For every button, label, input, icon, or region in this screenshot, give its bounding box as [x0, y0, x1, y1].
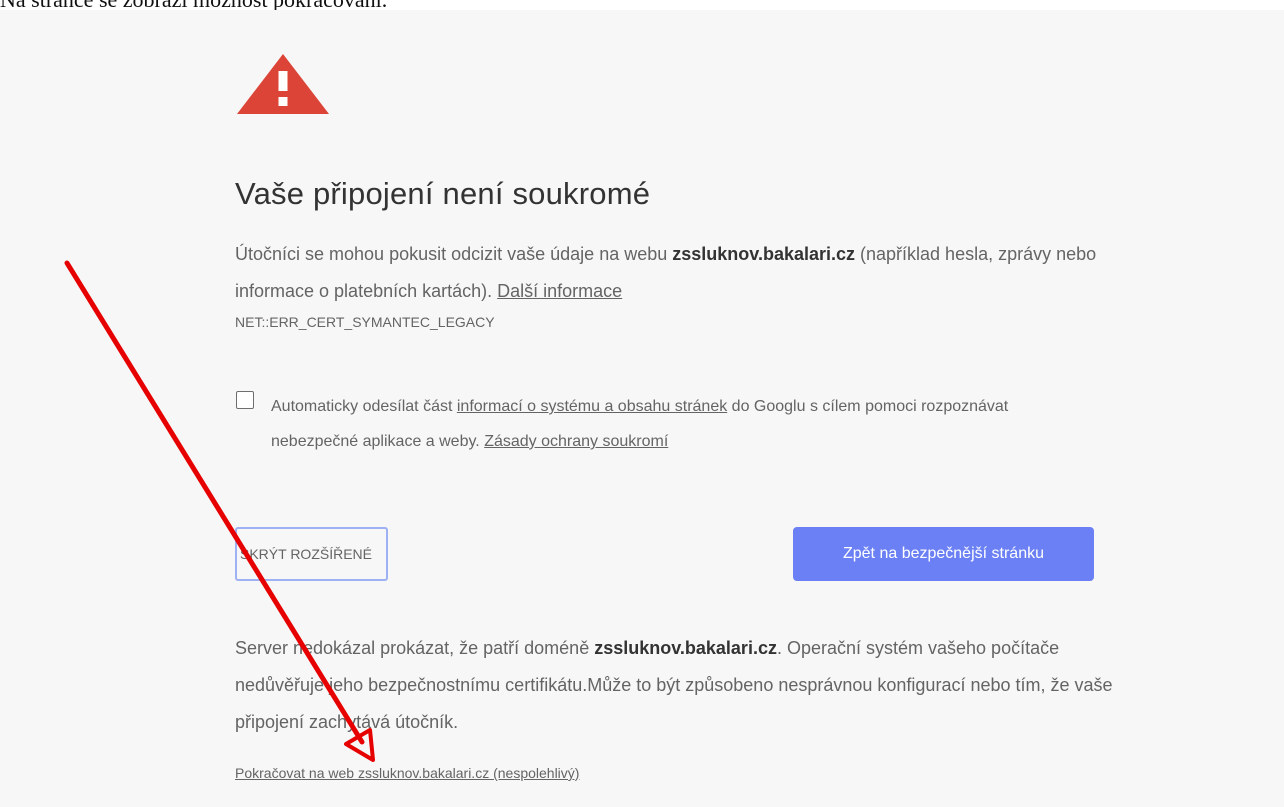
learn-more-link[interactable]: Další informace: [497, 281, 622, 301]
domain-name: zssluknov.bakalari.cz: [672, 244, 856, 264]
details-text: Server nedokázal prokázat, že patří domé…: [235, 630, 1115, 741]
details-domain-name: zssluknov.bakalari.cz: [594, 638, 777, 658]
proceed-unsafe-link[interactable]: Pokračovat na web zssluknov.bakalari.cz …: [235, 765, 579, 781]
back-to-safety-button[interactable]: Zpět na bezpečnější stránku: [793, 527, 1094, 581]
explanation-text: Útočníci se mohou pokusit odcizit vaše ú…: [235, 244, 673, 264]
tutorial-caption: Na stránce se zobrazí možnost pokračován…: [0, 0, 1284, 10]
send-info-label: Automaticky odesílat část informací o sy…: [271, 389, 1071, 459]
send-info-checkbox[interactable]: [236, 391, 254, 409]
warning-explanation: Útočníci se mohou pokusit odcizit vaše ú…: [235, 236, 1115, 310]
send-info-text: Automaticky odesílat část: [271, 398, 457, 415]
hide-details-button[interactable]: SKRÝT ROZŠÍŘENÉ: [235, 527, 388, 581]
privacy-policy-link[interactable]: Zásady ochrany soukromí: [484, 433, 668, 450]
error-code: NET::ERR_CERT_SYMANTEC_LEGACY: [235, 314, 495, 330]
page-title: Vaše připojení není soukromé: [235, 176, 651, 211]
interstitial-page: Vaše připojení není soukromé Útočníci se…: [0, 10, 1284, 807]
warning-triangle-icon: [237, 54, 329, 114]
details-text-start: Server nedokázal prokázat, že patří domé…: [235, 638, 595, 658]
system-info-link[interactable]: informací o systému a obsahu stránek: [457, 398, 727, 415]
